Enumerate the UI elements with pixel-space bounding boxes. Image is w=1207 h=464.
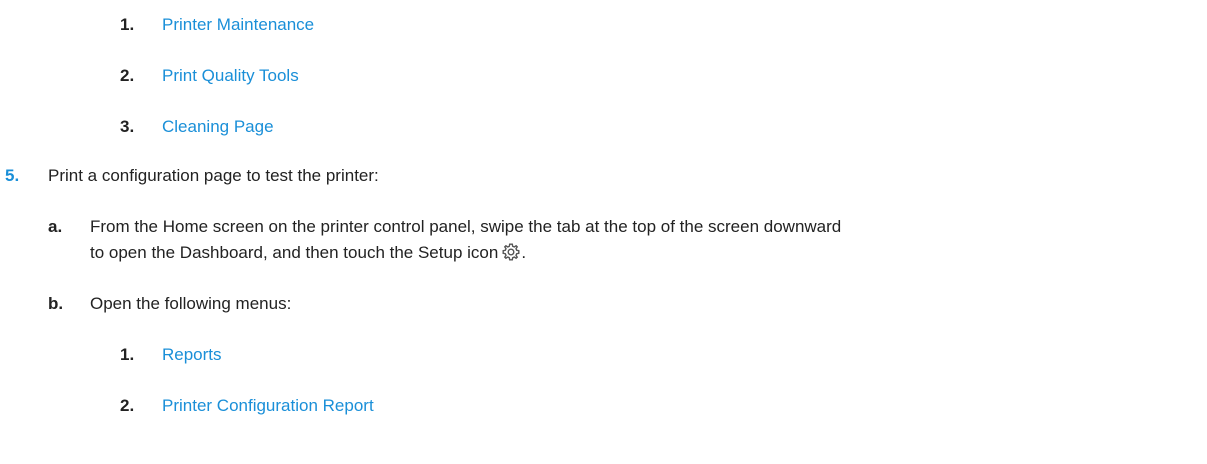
substep-a-line-1: From the Home screen on the printer cont… — [90, 217, 842, 236]
step-5-text: Print a configuration page to test the p… — [48, 166, 379, 185]
list-marker: 1. — [120, 15, 135, 34]
list-item: 3. Cleaning Page — [120, 114, 274, 140]
list-marker: 2. — [120, 396, 135, 415]
list-marker: 2. — [120, 66, 135, 85]
reports-link[interactable]: Reports — [162, 342, 222, 368]
list-item: 1. Printer Maintenance — [120, 12, 314, 38]
list-marker: 3. — [120, 117, 135, 136]
substep-a: a. From the Home screen on the printer c… — [48, 214, 841, 240]
gear-icon — [502, 243, 520, 261]
printer-maintenance-link[interactable]: Printer Maintenance — [162, 12, 314, 38]
list-item: 1. Reports — [120, 342, 222, 368]
substep-b-text: Open the following menus: — [90, 294, 292, 313]
substep-marker: a. — [48, 217, 63, 236]
substep-marker: b. — [48, 294, 64, 313]
substep-b: b. Open the following menus: — [48, 291, 291, 317]
substep-a-line-2: to open the Dashboard, and then touch th… — [90, 243, 527, 262]
substep-a-continued: to open the Dashboard, and then touch th… — [90, 240, 526, 266]
step-number: 5. — [5, 166, 20, 185]
list-item: 2. Printer Configuration Report — [120, 393, 374, 419]
cleaning-page-link[interactable]: Cleaning Page — [162, 114, 274, 140]
list-item: 2. Print Quality Tools — [120, 63, 299, 89]
printer-configuration-report-link[interactable]: Printer Configuration Report — [162, 393, 374, 419]
list-marker: 1. — [120, 345, 135, 364]
print-quality-tools-link[interactable]: Print Quality Tools — [162, 63, 299, 89]
step-5: 5. Print a configuration page to test th… — [5, 163, 379, 189]
